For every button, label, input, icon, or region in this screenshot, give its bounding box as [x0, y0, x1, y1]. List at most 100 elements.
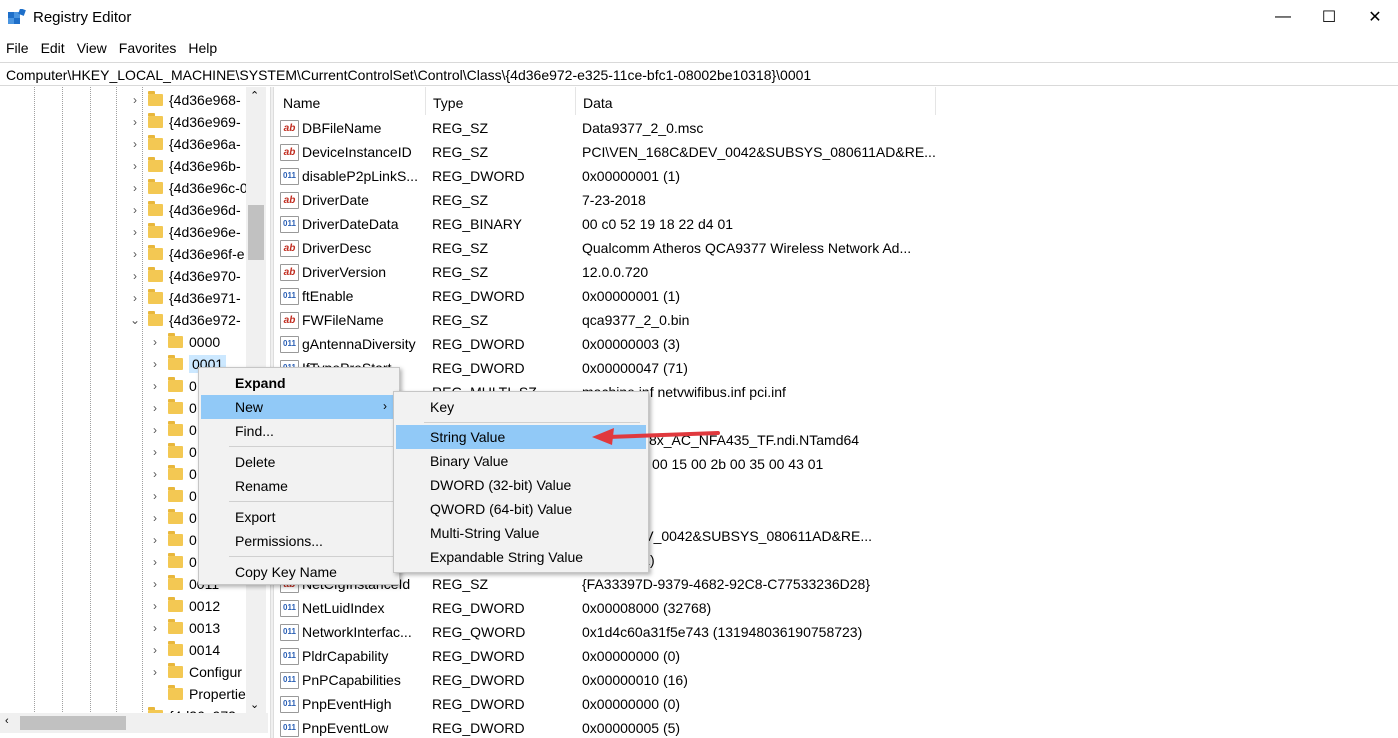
tree-item[interactable]: › {4d36e96a- [128, 133, 241, 155]
tree-item[interactable]: › {4d36e96c-0 [128, 177, 248, 199]
table-row[interactable]: 011 disableP2pLinkS... REG_DWORD 0x00000001… [276, 164, 936, 188]
chevron-right-icon[interactable]: › [148, 621, 162, 635]
table-row[interactable]: ab DriverDate REG_SZ 7-23-2018 [276, 188, 936, 212]
tree-item[interactable]: › {4d36e969- [128, 111, 241, 133]
tree-item[interactable]: › {4d36e96b- [128, 155, 241, 177]
tree-scroll-thumb[interactable] [248, 205, 264, 260]
scroll-up-icon[interactable]: ⌃ [250, 89, 259, 102]
chevron-right-icon[interactable]: › [128, 159, 142, 173]
chevron-right-icon[interactable]: › [148, 599, 162, 613]
tree-item[interactable]: › 0 [148, 441, 197, 463]
chevron-right-icon[interactable]: › [128, 291, 142, 305]
tree-item[interactable]: › 0 [148, 529, 197, 551]
table-row[interactable]: 011 PldrCapability REG_DWORD 0x00000000 (0) [276, 644, 936, 668]
chevron-right-icon[interactable]: › [148, 665, 162, 679]
chevron-right-icon[interactable]: › [148, 511, 162, 525]
chevron-right-icon[interactable]: › [148, 555, 162, 569]
maximize-button[interactable]: ☐ [1306, 0, 1352, 34]
table-row[interactable]: 011 PnpEventHigh REG_DWORD 0x00000000 (0) [276, 692, 936, 716]
tree-item[interactable]: Propertie [148, 683, 246, 705]
menu-view[interactable]: View [71, 37, 113, 59]
tree-item[interactable]: › 0 [148, 507, 197, 529]
chevron-right-icon[interactable]: › [148, 643, 162, 657]
context-delete[interactable]: Delete [201, 450, 397, 474]
context-export[interactable]: Export [201, 505, 397, 529]
chevron-right-icon[interactable]: › [148, 379, 162, 393]
context-copy-key-name[interactable]: Copy Key Name [201, 560, 397, 584]
chevron-right-icon[interactable]: › [148, 533, 162, 547]
tree-item[interactable]: › 0 [148, 551, 197, 573]
table-row[interactable]: ab DeviceInstanceID REG_SZ PCI\VEN_168C&DEV… [276, 140, 936, 164]
chevron-right-icon[interactable]: › [148, 401, 162, 415]
new-dword-value[interactable]: DWORD (32-bit) Value [396, 473, 646, 497]
chevron-right-icon[interactable]: › [128, 225, 142, 239]
tree-item[interactable]: › {4d36e96d- [128, 199, 241, 221]
chevron-right-icon[interactable]: › [128, 203, 142, 217]
context-new[interactable]: New › [201, 395, 397, 419]
table-row[interactable]: 011 PnPCapabilities REG_DWORD 0x00000010 (1… [276, 668, 936, 692]
table-row[interactable]: ab DriverVersion REG_SZ 12.0.0.720 [276, 260, 936, 284]
context-permissions[interactable]: Permissions... [201, 529, 397, 553]
menu-help[interactable]: Help [182, 37, 223, 59]
tree-item[interactable]: › {4d36e96f-e [128, 243, 245, 265]
tree-item[interactable]: › Configur [148, 661, 242, 683]
new-expandable-string-value[interactable]: Expandable String Value [396, 545, 646, 569]
tree-item[interactable]: › 0 [148, 375, 197, 397]
chevron-right-icon[interactable]: › [128, 93, 142, 107]
new-qword-value[interactable]: QWORD (64-bit) Value [396, 497, 646, 521]
new-multi-string-value[interactable]: Multi-String Value [396, 521, 646, 545]
context-rename[interactable]: Rename [201, 474, 397, 498]
chevron-right-icon[interactable]: › [148, 445, 162, 459]
new-key[interactable]: Key [396, 395, 646, 419]
tree-item[interactable]: › 0 [148, 485, 197, 507]
tree-item[interactable]: › 0 [148, 463, 197, 485]
tree-item[interactable]: › 0 [148, 397, 197, 419]
table-row[interactable]: 011 PnpEventLow REG_DWORD 0x00000005 (5) [276, 716, 936, 738]
tree-item[interactable]: › {4d36e971- [128, 287, 241, 309]
tree-hscroll-thumb[interactable] [20, 716, 126, 730]
chevron-right-icon[interactable]: › [128, 247, 142, 261]
chevron-right-icon[interactable]: › [128, 115, 142, 129]
table-row[interactable]: 011 NetworkInterfac... REG_QWORD 0x1d4c60a3… [276, 620, 936, 644]
scroll-down-icon[interactable]: ⌄ [250, 698, 259, 711]
address-bar[interactable]: Computer\HKEY_LOCAL_MACHINE\SYSTEM\Curre… [0, 62, 1398, 86]
chevron-down-icon[interactable]: ⌄ [128, 313, 142, 327]
column-header-data[interactable]: Data [576, 87, 936, 115]
menu-favorites[interactable]: Favorites [113, 37, 183, 59]
chevron-right-icon[interactable]: › [128, 269, 142, 283]
tree-item[interactable]: › {4d36e968- [128, 89, 241, 111]
new-binary-value[interactable]: Binary Value [396, 449, 646, 473]
table-row[interactable]: 011 DriverDateData REG_BINARY 00 c0 52 19 1… [276, 212, 936, 236]
column-header-name[interactable]: Name [276, 87, 426, 115]
minimize-button[interactable]: — [1260, 0, 1306, 34]
table-row[interactable]: 011 gAntennaDiversity REG_DWORD 0x00000003 … [276, 332, 936, 356]
table-row[interactable]: 011 NetLuidIndex REG_DWORD 0x00008000 (3276… [276, 596, 936, 620]
table-row[interactable]: ab DBFileName REG_SZ Data9377_2_0.msc [276, 116, 936, 140]
menu-file[interactable]: File [0, 37, 35, 59]
scroll-left-icon[interactable]: ‹ [5, 715, 9, 727]
tree-item[interactable]: › {4d36e970- [128, 265, 241, 287]
tree-item[interactable]: › {4d36e96e- [128, 221, 241, 243]
chevron-right-icon[interactable]: › [148, 489, 162, 503]
tree-item[interactable]: › 0014 [148, 639, 220, 661]
table-row[interactable]: 011 ftEnable REG_DWORD 0x00000001 (1) [276, 284, 936, 308]
tree-item[interactable]: › 0013 [148, 617, 220, 639]
chevron-right-icon[interactable]: › [148, 423, 162, 437]
close-button[interactable]: ✕ [1352, 0, 1398, 34]
column-header-type[interactable]: Type [426, 87, 576, 115]
table-row[interactable]: ab FWFileName REG_SZ qca9377_2_0.bin [276, 308, 936, 332]
table-row[interactable]: ab DriverDesc REG_SZ Qualcomm Atheros QCA93… [276, 236, 936, 260]
chevron-right-icon[interactable]: › [148, 577, 162, 591]
tree-horizontal-scrollbar[interactable]: ‹ [0, 713, 268, 733]
chevron-right-icon[interactable]: › [128, 181, 142, 195]
tree-item[interactable]: › 0000 [148, 331, 220, 353]
tree-item[interactable]: › 0012 [148, 595, 220, 617]
context-expand[interactable]: Expand [201, 371, 397, 395]
chevron-right-icon[interactable]: › [148, 357, 162, 371]
tree-item[interactable]: › 0 [148, 419, 197, 441]
chevron-right-icon[interactable]: › [148, 335, 162, 349]
tree-item[interactable]: ⌄ {4d36e972- [128, 309, 241, 331]
menu-edit[interactable]: Edit [35, 37, 71, 59]
chevron-right-icon[interactable]: › [148, 467, 162, 481]
chevron-right-icon[interactable]: › [128, 137, 142, 151]
